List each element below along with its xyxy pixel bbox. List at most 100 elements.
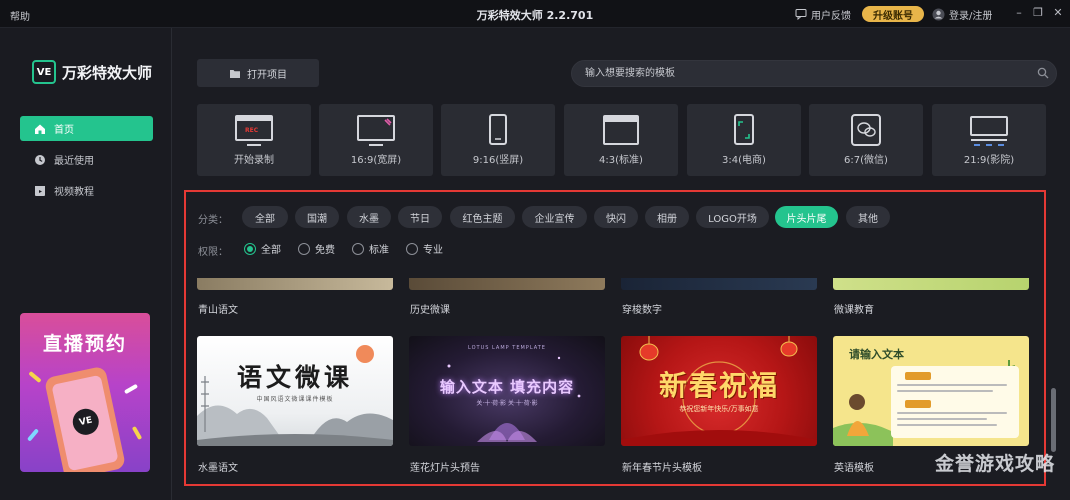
minimize-icon[interactable]: – (1012, 5, 1026, 21)
template-label[interactable]: 青山语文 (198, 301, 238, 316)
home-icon (35, 124, 45, 134)
ecommerce-phone-icon (734, 114, 754, 145)
confetti-decoration (28, 370, 42, 384)
ratio-21-9-tile[interactable]: 21:9(影院) (932, 104, 1046, 176)
category-chip-festival[interactable]: 节日 (398, 206, 442, 228)
ratio-6-7-tile[interactable]: 6:7(微信) (809, 104, 923, 176)
category-chip-album[interactable]: 相册 (645, 206, 689, 228)
card-title: 语文微课 (236, 363, 353, 392)
placeholder-line (897, 412, 1007, 414)
ratio-4-3-tile[interactable]: 4:3(标准) (564, 104, 678, 176)
restore-icon[interactable]: ❐ (1031, 5, 1045, 21)
template-card-lotus-lamp[interactable]: LOTUS LAMP TEMPLATE 输入文本 填充内容 关·十·荷·影 关·… (409, 336, 605, 446)
template-thumbnail-shuttle-digital[interactable] (621, 278, 817, 290)
template-label[interactable]: 历史微课 (410, 301, 450, 316)
search-icon[interactable] (1037, 67, 1049, 79)
template-search-input[interactable] (571, 60, 1057, 87)
radio-indicator (406, 242, 418, 255)
template-label[interactable]: 穿梭数字 (622, 301, 662, 316)
sidebar-item-label: 首页 (54, 125, 74, 136)
sidebar-item-recent[interactable]: 最近使用 (20, 147, 153, 172)
permission-radio-standard[interactable]: 标准 (352, 241, 389, 256)
radio-indicator (244, 242, 256, 255)
ratio-3-4-tile[interactable]: 3:4(电商) (687, 104, 801, 176)
category-chip-flash[interactable]: 快闪 (594, 206, 638, 228)
card-text-box (891, 366, 1019, 438)
template-thumbnail-micro-course[interactable] (833, 278, 1029, 290)
title-bar: 帮助 万彩特效大师 2.2.701 用户反馈 升级账号 登录/注册 – ❐ ✕ (0, 0, 1070, 28)
wechat-icon (851, 114, 881, 146)
close-icon[interactable]: ✕ (1051, 5, 1065, 21)
card-title: 请输入文本 (849, 348, 904, 361)
category-chip-all[interactable]: 全部 (242, 206, 288, 228)
sidebar: VE 万彩特效大师 首页 最近使用 视频教程 直播预约 VE (0, 28, 172, 500)
feedback-button[interactable]: 用户反馈 (795, 6, 851, 22)
rec-badge: REC (245, 127, 259, 134)
category-chip-intro-outro[interactable]: 片头片尾 (775, 206, 838, 228)
template-thumbnail-qingshan[interactable] (197, 278, 393, 290)
ratio-16-9-tile[interactable]: 16:9(宽屏) (319, 104, 433, 176)
start-recording-tile[interactable]: REC 开始录制 (197, 104, 311, 176)
portrait-phone-icon (489, 114, 507, 145)
logo-mark: VE (32, 60, 56, 84)
permission-radio-pro[interactable]: 专业 (406, 241, 443, 256)
card-subtitle: 关·十·荷·影 关·十·荷·影 (476, 400, 538, 407)
sidebar-item-video-tutorial[interactable]: 视频教程 (20, 178, 153, 203)
ratio-label: 6:7(微信) (844, 155, 888, 166)
template-label[interactable]: 水墨语文 (198, 459, 238, 474)
template-label[interactable]: 微课教育 (834, 301, 874, 316)
feedback-icon (795, 9, 807, 20)
radio-label: 标准 (369, 245, 389, 256)
permission-radio-all[interactable]: 全部 (244, 241, 281, 256)
sidebar-item-home[interactable]: 首页 (20, 116, 153, 141)
category-chip-red-theme[interactable]: 红色主题 (450, 206, 515, 228)
category-chip-ink[interactable]: 水墨 (347, 206, 391, 228)
placeholder-line (897, 418, 987, 420)
radio-label: 专业 (423, 245, 443, 256)
template-thumbnail-history[interactable] (409, 278, 605, 290)
sidebar-item-label: 视频教程 (54, 187, 94, 198)
category-chip-corporate[interactable]: 企业宣传 (522, 206, 587, 228)
radio-indicator (352, 242, 364, 255)
confetti-decoration (131, 425, 143, 441)
template-label[interactable]: 英语模板 (834, 459, 874, 474)
template-list-scrollbar[interactable] (1051, 388, 1056, 452)
app-logo: VE 万彩特效大师 (32, 60, 152, 84)
category-chip-guochao[interactable]: 国潮 (295, 206, 339, 228)
text-tag-decoration (905, 372, 931, 380)
card-title: 新春祝福 (658, 369, 779, 402)
open-project-button[interactable]: 打开项目 (197, 59, 319, 87)
login-register-button[interactable]: 登录/注册 (932, 6, 992, 22)
template-label[interactable]: 新年春节片头模板 (622, 459, 702, 474)
ratio-label: 21:9(影院) (963, 155, 1015, 166)
radio-indicator (298, 242, 310, 255)
video-tutorial-icon (35, 185, 45, 196)
category-chip-logo-intro[interactable]: LOGO开场 (696, 206, 769, 228)
live-reservation-banner[interactable]: 直播预约 VE (20, 313, 150, 472)
template-card-english[interactable]: 请输入文本 (833, 336, 1029, 446)
banner-ve-badge: VE (70, 406, 102, 438)
phone-screen: VE (51, 374, 119, 472)
confetti-decoration (123, 383, 139, 395)
standard-window-icon (603, 115, 639, 145)
category-label: 分类： (198, 215, 228, 226)
category-chip-other[interactable]: 其他 (846, 206, 890, 228)
template-card-new-year[interactable]: 新春祝福 恭祝您新年快乐/万事如意 (621, 336, 817, 446)
logo-text: 万彩特效大师 (62, 63, 153, 82)
ratio-9-16-tile[interactable]: 9:16(竖屏) (441, 104, 555, 176)
watermark-text: 金誉游戏攻略 (935, 453, 1056, 475)
login-label: 登录/注册 (949, 10, 993, 22)
ratio-label: 16:9(宽屏) (350, 155, 402, 166)
folder-icon (230, 69, 240, 78)
ratio-label: 开始录制 (234, 155, 274, 166)
banner-title: 直播预约 (42, 333, 127, 355)
radio-label: 全部 (261, 245, 281, 256)
phone-illustration: VE (43, 365, 127, 472)
ratio-label: 4:3(标准) (599, 155, 643, 166)
sidebar-item-label: 最近使用 (54, 156, 94, 167)
radio-label: 免费 (315, 245, 335, 256)
template-card-ink-chinese[interactable]: 语文微课 中国风语文微课课件模板 (197, 336, 393, 446)
template-label[interactable]: 莲花灯片头预告 (410, 459, 480, 474)
permission-radio-free[interactable]: 免费 (298, 241, 335, 256)
upgrade-account-button[interactable]: 升级账号 (862, 6, 924, 22)
